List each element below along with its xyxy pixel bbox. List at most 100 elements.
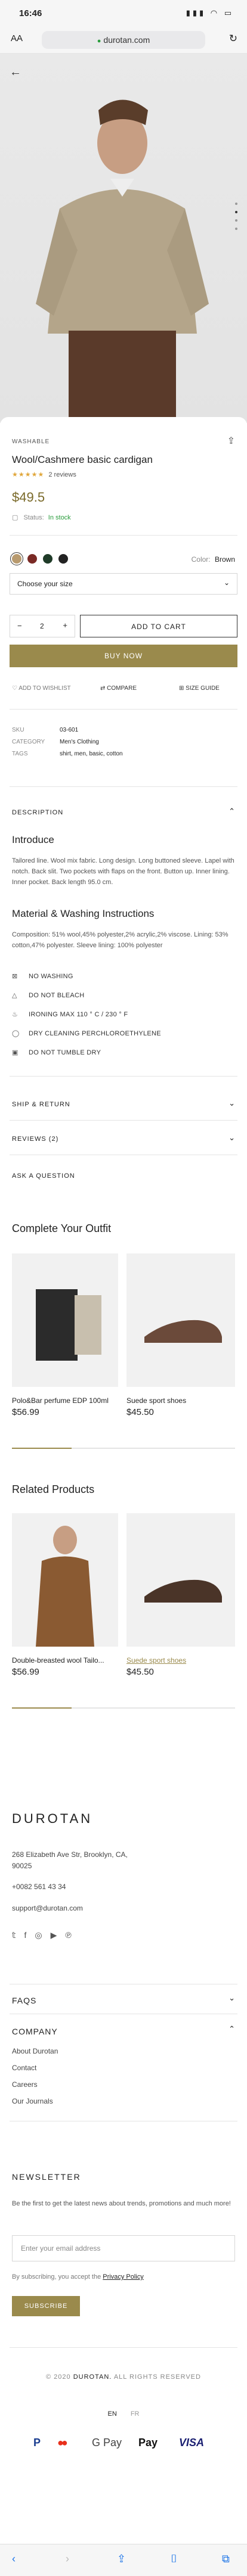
- back-icon[interactable]: ‹: [12, 2553, 16, 2565]
- forward-icon[interactable]: ›: [66, 2553, 69, 2565]
- bookmarks-icon[interactable]: ⌷: [171, 2553, 177, 2565]
- wishlist-link[interactable]: ♡ ADD TO WISHLIST: [12, 685, 71, 692]
- newsletter-email-input[interactable]: Enter your email address: [12, 2235, 235, 2261]
- box-icon: ▢: [12, 514, 18, 521]
- product-card-price: $45.50: [126, 1667, 154, 1677]
- compare-label: COMPARE: [107, 685, 137, 692]
- chevron-up-icon[interactable]: ⌃: [229, 807, 235, 816]
- product-card-image[interactable]: [12, 1253, 118, 1387]
- scroll-track[interactable]: [12, 1707, 235, 1709]
- product-card-name[interactable]: Suede sport shoes: [126, 1396, 186, 1405]
- quantity-stepper[interactable]: − 2 +: [10, 615, 75, 637]
- scroll-track[interactable]: [12, 1448, 235, 1449]
- lang-fr[interactable]: FR: [131, 2410, 140, 2418]
- plus-icon[interactable]: +: [63, 621, 67, 630]
- color-swatch-1[interactable]: [10, 552, 23, 565]
- footer-brand[interactable]: DUROTAN: [12, 1811, 92, 1827]
- size-guide-link[interactable]: ⊞ SIZE GUIDE: [179, 685, 220, 692]
- lang-en[interactable]: EN: [107, 2410, 116, 2418]
- product-card-image[interactable]: [126, 1253, 235, 1387]
- chevron-down-icon[interactable]: ⌄: [229, 1133, 235, 1143]
- care-item: ⊠ NO WASHING: [12, 972, 73, 980]
- product-card-name[interactable]: Polo&Bar perfume EDP 100ml: [12, 1396, 109, 1405]
- dry-clean-icon: ◯: [12, 1030, 20, 1037]
- product-card-image[interactable]: [12, 1513, 118, 1647]
- reviews-accordion[interactable]: REVIEWS (2): [12, 1135, 58, 1143]
- footer-email[interactable]: support@durotan.com: [12, 1904, 83, 1912]
- description-heading[interactable]: DESCRIPTION: [12, 809, 63, 816]
- divider: [10, 535, 237, 536]
- model-illustration: [36, 99, 209, 423]
- product-price: $49.5: [12, 490, 45, 505]
- footer-link-contact[interactable]: Contact: [12, 2064, 36, 2072]
- chevron-up-icon[interactable]: ⌃: [229, 2024, 235, 2034]
- browser-url-bar: AA ● durotan.com ↻: [0, 26, 247, 54]
- privacy-policy-link[interactable]: Privacy Policy: [103, 2273, 143, 2281]
- scroll-thumb[interactable]: [12, 1448, 72, 1449]
- intro-text: Tailored line. Wool mix fabric. Long des…: [12, 857, 234, 886]
- care-item: ▣ DO NOT TUMBLE DRY: [12, 1049, 101, 1056]
- care-item: ◯ DRY CLEANING PERCHLOROETHYLENE: [12, 1029, 161, 1037]
- care-item: ♨ IRONING MAX 110 ° C / 230 ° F: [12, 1010, 128, 1018]
- carousel-dots[interactable]: [235, 203, 237, 236]
- color-value: Brown: [214, 555, 235, 564]
- ask-question-link[interactable]: ASK A QUESTION: [12, 1172, 75, 1180]
- rating-stars: ★★★★★: [12, 471, 45, 478]
- url-field[interactable]: ● durotan.com: [42, 31, 205, 49]
- product-hero-image[interactable]: ←: [0, 54, 247, 423]
- compare-link[interactable]: ⇄ COMPARE: [100, 685, 137, 692]
- pinterest-icon[interactable]: ℗: [65, 1930, 79, 1940]
- chevron-down-icon[interactable]: ⌄: [229, 1099, 235, 1108]
- faqs-accordion[interactable]: FAQS: [12, 1996, 36, 2005]
- copyright-brand: DUROTAN.: [73, 2373, 112, 2381]
- shoe-illustration: [144, 1320, 222, 1343]
- rating[interactable]: ★★★★★ 2 reviews: [12, 471, 76, 478]
- color-swatch-2[interactable]: [27, 554, 37, 564]
- share-icon[interactable]: ⇪: [227, 435, 235, 447]
- status-label: Status:: [23, 514, 44, 521]
- color-swatch-4[interactable]: [58, 554, 68, 564]
- company-accordion[interactable]: COMPANY: [12, 2027, 58, 2036]
- clock: 16:46: [19, 8, 42, 18]
- product-card-image[interactable]: [126, 1513, 235, 1647]
- color-swatch-3[interactable]: [43, 554, 53, 564]
- newsletter-text: Be the first to get the latest news abou…: [12, 2200, 231, 2207]
- outfit-title: Complete Your Outfit: [12, 1222, 112, 1234]
- footer-phone[interactable]: +0082 561 43 34: [12, 1883, 66, 1891]
- facebook-icon[interactable]: f: [24, 1930, 35, 1940]
- product-card-name[interactable]: Double-breasted wool Tailo...: [12, 1656, 104, 1665]
- footer-link-journals[interactable]: Our Journals: [12, 2097, 53, 2105]
- instagram-icon[interactable]: ◎: [35, 1930, 50, 1940]
- care-label: DO NOT BLEACH: [29, 992, 85, 999]
- add-to-cart-button[interactable]: ADD TO CART: [80, 615, 237, 637]
- browser-toolbar: ‹ › ⇪ ⌷ ⧉: [0, 2544, 247, 2576]
- ship-return-accordion[interactable]: SHIP & RETURN: [12, 1101, 70, 1108]
- scroll-thumb[interactable]: [12, 1707, 72, 1709]
- size-select[interactable]: Choose your size ⌄: [10, 573, 237, 595]
- product-meta: SKU 03-601 CATEGORY Men's Clothing TAGS shi…: [12, 724, 123, 760]
- newsletter-title: NEWSLETTER: [12, 2172, 81, 2182]
- reader-aa-button[interactable]: AA: [11, 33, 23, 43]
- google-pay-icon: G Pay: [92, 2437, 122, 2449]
- product-brand: WASHABLE: [12, 438, 50, 445]
- youtube-icon[interactable]: ▶: [51, 1930, 66, 1940]
- twitter-icon[interactable]: 𝕥: [12, 1930, 24, 1940]
- reload-icon[interactable]: ↻: [229, 33, 237, 45]
- footer-link-careers[interactable]: Careers: [12, 2080, 38, 2089]
- no-bleach-icon: △: [12, 992, 17, 999]
- meta-value: shirt, men, basic, cotton: [60, 751, 123, 757]
- buy-now-button[interactable]: BUY NOW: [10, 645, 237, 667]
- footer-link-about[interactable]: About Durotan: [12, 2047, 58, 2055]
- intro-title: Introduce: [12, 834, 54, 845]
- share-icon[interactable]: ⇪: [117, 2553, 126, 2565]
- related-title: Related Products: [12, 1483, 95, 1495]
- tabs-icon[interactable]: ⧉: [222, 2553, 230, 2565]
- chevron-down-icon[interactable]: ⌄: [229, 1993, 235, 2003]
- product-card-name[interactable]: Suede sport shoes: [126, 1656, 186, 1665]
- wishlist-label: ADD TO WISHLIST: [18, 685, 71, 692]
- language-switch: EN FR: [0, 2410, 247, 2418]
- subscribe-button[interactable]: SUBSCRIBE: [12, 2296, 80, 2316]
- qty-value: 2: [40, 622, 44, 630]
- minus-icon[interactable]: −: [17, 621, 22, 630]
- no-washing-icon: ⊠: [12, 973, 18, 980]
